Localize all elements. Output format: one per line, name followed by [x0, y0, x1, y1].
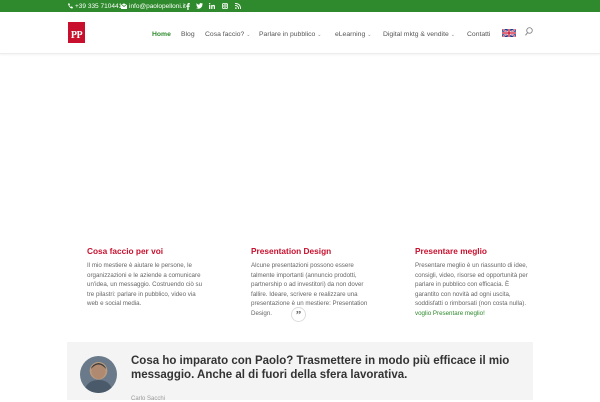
uk-flag-icon[interactable]: [502, 29, 516, 37]
mail-icon: [121, 3, 127, 9]
nav-cosa-faccio[interactable]: Cosa faccio? ⌄: [205, 31, 251, 38]
chevron-down-icon: ⌄: [317, 31, 322, 38]
testimonial-author: Carlo Sacchi: [131, 396, 166, 402]
column-title: Cosa faccio per voi: [87, 246, 164, 256]
chevron-down-icon: ⌄: [450, 31, 455, 38]
column-text: Il mio mestiere è aiutare le persone, le…: [87, 262, 203, 307]
nav-contatti[interactable]: Contatti: [467, 31, 490, 38]
search-icon[interactable]: [525, 27, 533, 36]
chevron-down-icon: ⌄: [246, 31, 251, 38]
column-text: Alcune presentazioni possono essere talm…: [251, 262, 368, 317]
feature-column-presentare-meglio: Presentare meglio Presentare meglio è un…: [415, 246, 533, 318]
phone-icon: [68, 3, 73, 9]
site-header: PP Home Blog Cosa faccio? ⌄ Parlare in pu…: [0, 12, 600, 54]
nav-label: Contatti: [467, 31, 491, 38]
presentare-meglio-link[interactable]: voglio Presentare meglio!: [415, 310, 485, 317]
nav-label: Cosa faccio?: [205, 31, 245, 38]
twitter-icon[interactable]: [196, 0, 203, 12]
feature-column-presentation-design: Presentation Design Alcune presentazioni…: [251, 246, 369, 318]
rss-icon[interactable]: [235, 0, 241, 12]
feature-column-cosa-faccio: Cosa faccio per voi Il mio mestiere è ai…: [87, 246, 207, 309]
nav-label: Digital mktg & vendite: [383, 31, 449, 38]
nav-digital-mktg[interactable]: Digital mktg & vendite ⌄: [383, 31, 455, 38]
column-title: Presentare meglio: [415, 246, 487, 256]
email-address: info@paolopelloni.it: [129, 2, 186, 10]
top-bar: +39 335 7104412 info@paolopelloni.it: [0, 0, 600, 12]
linkedin-icon[interactable]: [209, 0, 215, 12]
nav-label: eLearning: [335, 31, 366, 38]
column-text: Presentare meglio è un riassunto di idee…: [415, 261, 533, 318]
nav-home[interactable]: Home: [152, 31, 171, 38]
nav-elearning[interactable]: eLearning ⌄: [335, 31, 371, 38]
testimonial-quote: Cosa ho imparato con Paolo? Trasmettere …: [131, 355, 510, 381]
phone-contact[interactable]: +39 335 7104412: [68, 0, 126, 12]
email-contact[interactable]: info@paolopelloni.it: [121, 0, 186, 12]
facebook-icon[interactable]: [186, 0, 190, 12]
avatar-photo: [84, 363, 113, 393]
avatar: [80, 356, 117, 393]
logo-text: PP: [70, 30, 83, 41]
column-title: Presentation Design: [251, 246, 332, 256]
nav-parlare-in-pubblico[interactable]: Parlare in pubblico ⌄: [259, 31, 322, 38]
nav-label: Parlare in pubblico: [259, 31, 316, 38]
nav-label: Home: [152, 31, 171, 38]
phone-number: +39 335 7104412: [75, 2, 126, 10]
site-logo[interactable]: PP: [68, 22, 85, 43]
quote-icon: ”: [291, 307, 306, 322]
nav-blog[interactable]: Blog: [181, 31, 195, 38]
column-text-body: Presentare meglio è un riassunto di idee…: [415, 262, 528, 307]
instagram-icon[interactable]: [222, 0, 228, 12]
chevron-down-icon: ⌄: [367, 31, 372, 38]
nav-label: Blog: [181, 31, 195, 38]
